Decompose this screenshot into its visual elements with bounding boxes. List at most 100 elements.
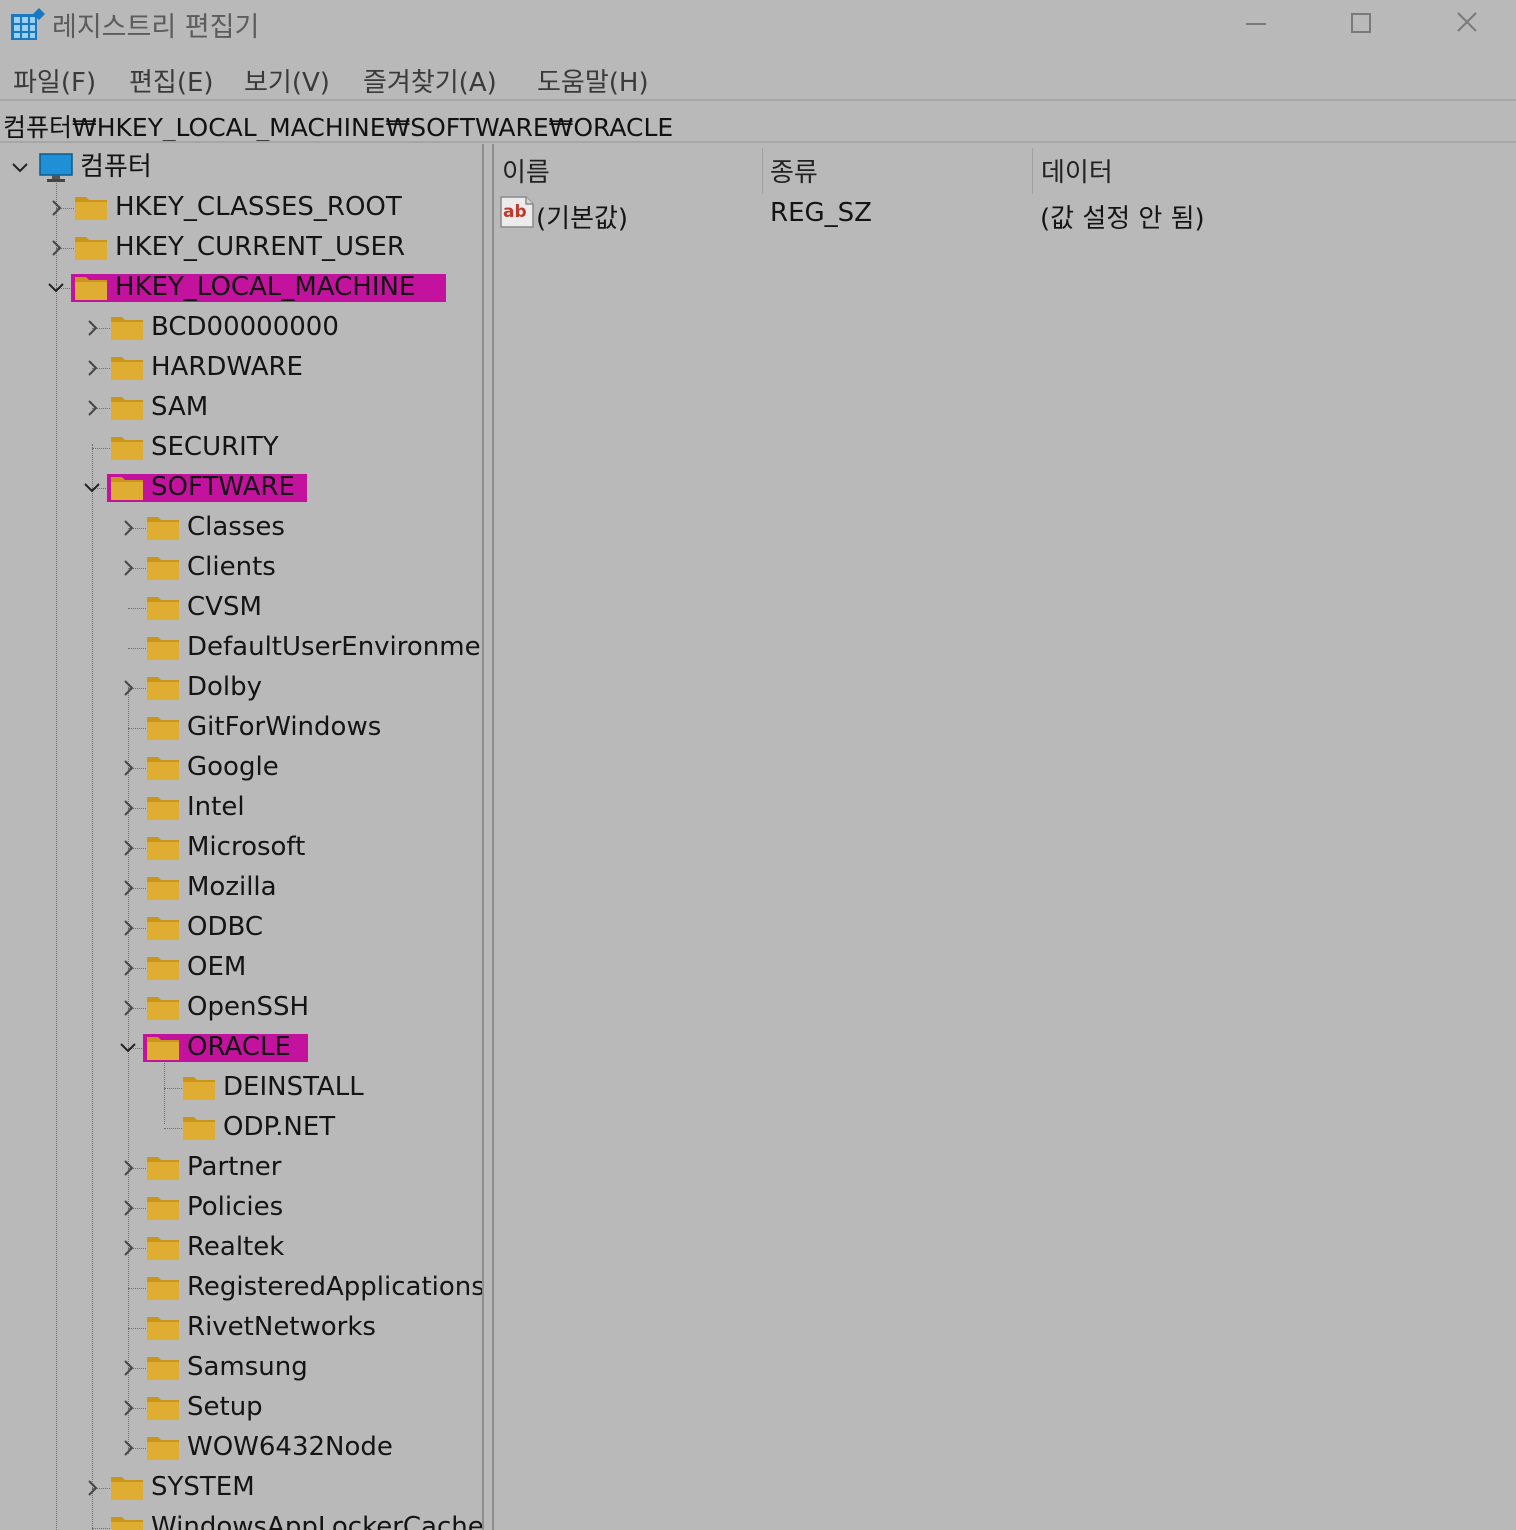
- tree-node[interactable]: OpenSSH: [0, 988, 484, 1028]
- value-list-pane[interactable]: 이름 종류 데이터 ab (기본값) REG_SZ (값 설정 안 됨): [494, 144, 1516, 1530]
- address-bar[interactable]: 컴퓨터₩HKEY_LOCAL_MACHINE₩SOFTWARE₩ORACLE: [3, 108, 673, 144]
- tree-node[interactable]: RegisteredApplications: [0, 1268, 484, 1308]
- chevron-right-icon[interactable]: [83, 319, 101, 337]
- pane-splitter[interactable]: [482, 144, 494, 1530]
- tree-node-label: 컴퓨터: [80, 152, 152, 182]
- tree-node[interactable]: CVSM: [0, 588, 484, 628]
- registry-editor-window: 레지스트리 편집기 파일(F) 편집(E) 보기(V) 즐겨찾기(A) 도움말(…: [0, 0, 1516, 1530]
- tree-node[interactable]: DefaultUserEnvironment: [0, 628, 484, 668]
- tree-node[interactable]: Setup: [0, 1388, 484, 1428]
- chevron-right-icon[interactable]: [119, 799, 137, 817]
- folder-icon: [146, 554, 180, 582]
- chevron-right-icon[interactable]: [119, 679, 137, 697]
- tree-node-label: Realtek: [187, 1232, 285, 1262]
- tree-connector: [92, 1528, 110, 1529]
- folder-icon: [110, 1514, 144, 1530]
- column-header-type[interactable]: 종류: [770, 152, 818, 189]
- chevron-right-icon[interactable]: [119, 1159, 137, 1177]
- folder-icon: [146, 1034, 180, 1062]
- menu-help[interactable]: 도움말(H): [537, 62, 649, 99]
- chevron-down-icon[interactable]: [11, 159, 29, 177]
- tree-node[interactable]: Google: [0, 748, 484, 788]
- chevron-right-icon[interactable]: [83, 1479, 101, 1497]
- chevron-right-icon[interactable]: [119, 839, 137, 857]
- tree-node[interactable]: Microsoft: [0, 828, 484, 868]
- tree-node[interactable]: HKEY_CLASSES_ROOT: [0, 188, 484, 228]
- chevron-right-icon[interactable]: [119, 1359, 137, 1377]
- tree-node[interactable]: Realtek: [0, 1228, 484, 1268]
- folder-icon: [146, 914, 180, 942]
- tree-node[interactable]: SECURITY: [0, 428, 484, 468]
- chevron-down-icon[interactable]: [119, 1039, 137, 1057]
- chevron-down-icon[interactable]: [47, 279, 65, 297]
- chevron-right-icon[interactable]: [119, 959, 137, 977]
- tree-node[interactable]: Mozilla: [0, 868, 484, 908]
- chevron-right-icon[interactable]: [119, 999, 137, 1017]
- key-tree-pane[interactable]: 컴퓨터 HKEY_CLASSES_ROOT HKEY_CURRENT_USER HKE…: [0, 144, 484, 1530]
- folder-icon: [146, 1194, 180, 1222]
- minimize-button[interactable]: [1234, 6, 1278, 42]
- chevron-right-icon[interactable]: [119, 1439, 137, 1457]
- folder-icon: [182, 1114, 216, 1142]
- tree-node[interactable]: Classes: [0, 508, 484, 548]
- tree-node[interactable]: HKEY_CURRENT_USER: [0, 228, 484, 268]
- chevron-right-icon[interactable]: [47, 239, 65, 257]
- chevron-right-icon[interactable]: [47, 199, 65, 217]
- tree-node[interactable]: BCD00000000: [0, 308, 484, 348]
- tree-node[interactable]: SYSTEM: [0, 1468, 484, 1508]
- column-separator[interactable]: [1032, 148, 1033, 194]
- chevron-right-icon[interactable]: [83, 359, 101, 377]
- chevron-down-icon[interactable]: [83, 479, 101, 497]
- tree-node[interactable]: ODBC: [0, 908, 484, 948]
- chevron-right-icon[interactable]: [83, 399, 101, 417]
- tree-node[interactable]: SAM: [0, 388, 484, 428]
- chevron-right-icon[interactable]: [119, 1239, 137, 1257]
- chevron-right-icon[interactable]: [119, 879, 137, 897]
- tree-node[interactable]: RivetNetworks: [0, 1308, 484, 1348]
- value-data: (값 설정 안 됨): [1040, 204, 1205, 234]
- menu-file[interactable]: 파일(F): [13, 62, 96, 99]
- tree-node[interactable]: SOFTWARE: [0, 468, 484, 508]
- maximize-button[interactable]: [1339, 6, 1383, 42]
- column-header-data[interactable]: 데이터: [1041, 152, 1113, 189]
- tree-node[interactable]: HKEY_LOCAL_MACHINE: [0, 268, 484, 308]
- folder-icon: [146, 1314, 180, 1342]
- window-title: 레지스트리 편집기: [52, 12, 260, 43]
- tree-node[interactable]: WindowsAppLockerCache: [0, 1508, 484, 1530]
- tree-node[interactable]: OEM: [0, 948, 484, 988]
- tree-node[interactable]: Intel: [0, 788, 484, 828]
- column-header-name[interactable]: 이름: [502, 152, 550, 189]
- chevron-right-icon[interactable]: [119, 559, 137, 577]
- column-separator[interactable]: [762, 148, 763, 194]
- chevron-right-icon[interactable]: [119, 1399, 137, 1417]
- menu-view[interactable]: 보기(V): [244, 62, 330, 99]
- tree-node-label: RegisteredApplications: [187, 1272, 484, 1302]
- menu-divider: [0, 99, 1516, 101]
- close-button[interactable]: [1445, 6, 1489, 42]
- tree-node[interactable]: WOW6432Node: [0, 1428, 484, 1468]
- tree-node[interactable]: Clients: [0, 548, 484, 588]
- tree-node[interactable]: Samsung: [0, 1348, 484, 1388]
- tree-node-label: SYSTEM: [151, 1472, 255, 1502]
- tree-root-computer[interactable]: 컴퓨터: [0, 148, 484, 188]
- folder-icon: [110, 394, 144, 422]
- tree-node-label: ODP.NET: [223, 1112, 336, 1142]
- folder-icon: [146, 1154, 180, 1182]
- tree-node[interactable]: GitForWindows: [0, 708, 484, 748]
- chevron-right-icon[interactable]: [119, 759, 137, 777]
- tree-node[interactable]: DEINSTALL: [0, 1068, 484, 1108]
- chevron-right-icon[interactable]: [119, 1199, 137, 1217]
- tree-node[interactable]: HARDWARE: [0, 348, 484, 388]
- tree-node[interactable]: ORACLE: [0, 1028, 484, 1068]
- tree-node[interactable]: Policies: [0, 1188, 484, 1228]
- folder-icon: [110, 354, 144, 382]
- tree-node[interactable]: Partner: [0, 1148, 484, 1188]
- folder-icon: [110, 314, 144, 342]
- tree-node[interactable]: ODP.NET: [0, 1108, 484, 1148]
- menu-edit[interactable]: 편집(E): [129, 62, 214, 99]
- menu-favorites[interactable]: 즐겨찾기(A): [363, 62, 497, 99]
- folder-icon: [146, 514, 180, 542]
- tree-node[interactable]: Dolby: [0, 668, 484, 708]
- chevron-right-icon[interactable]: [119, 519, 137, 537]
- chevron-right-icon[interactable]: [119, 919, 137, 937]
